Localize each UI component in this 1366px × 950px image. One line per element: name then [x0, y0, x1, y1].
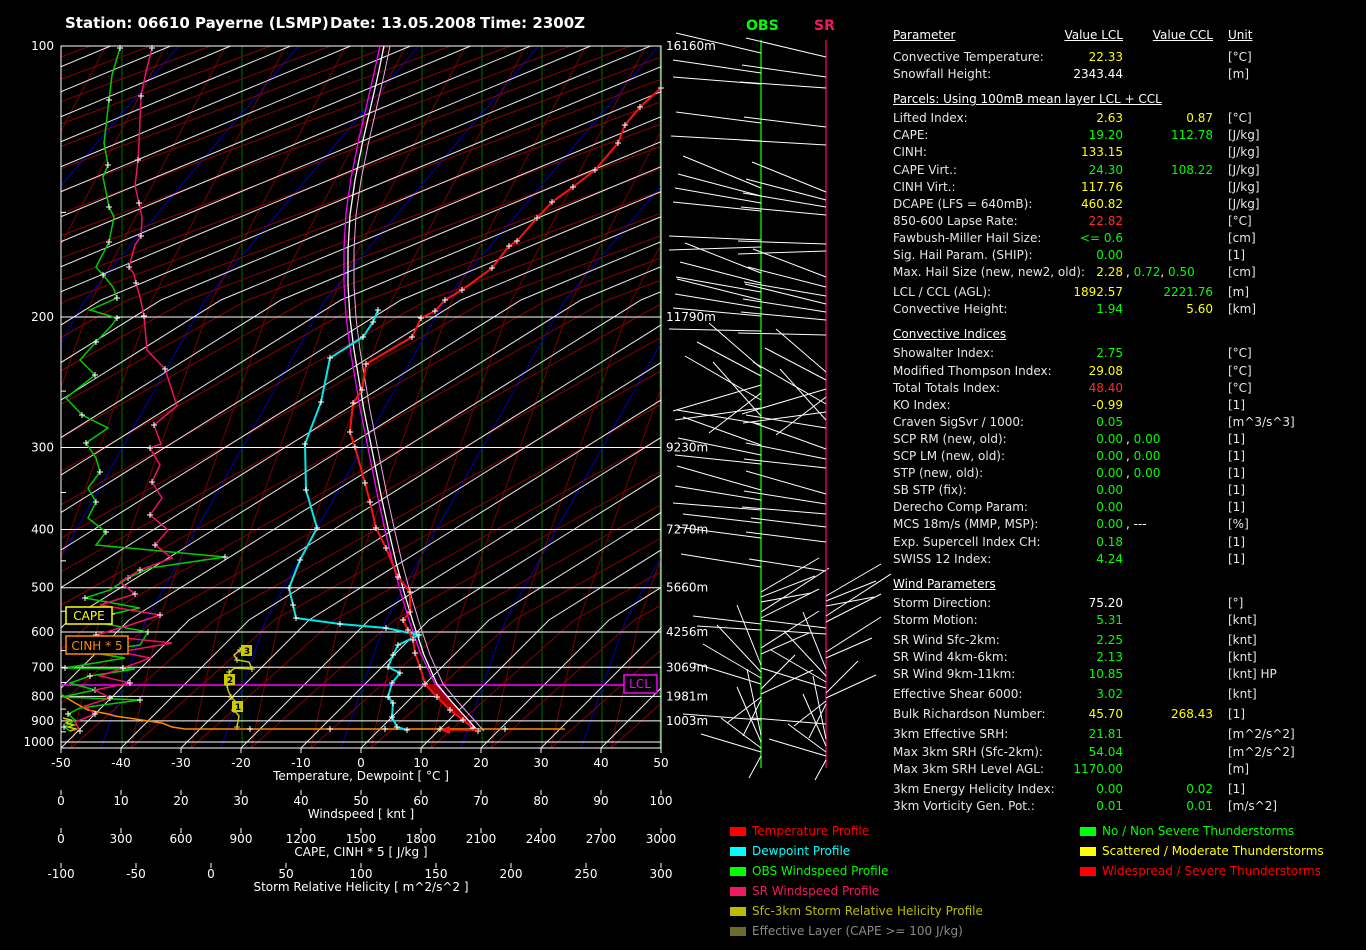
legend-label: Widespread / Severe Thunderstorms: [1102, 864, 1321, 878]
legend-label: No / Non Severe Thunderstorms: [1102, 824, 1294, 838]
legend-label: Dewpoint Profile: [752, 844, 850, 858]
legend: Temperature Profile Dewpoint Profile OBS W…: [0, 0, 1366, 950]
legend-swatch: [730, 827, 746, 836]
legend-swatch: [730, 867, 746, 876]
legend-swatch: [730, 887, 746, 896]
legend-label: Temperature Profile: [752, 824, 869, 838]
legend-swatch: [1080, 867, 1096, 876]
legend-swatch: [1080, 847, 1096, 856]
legend-swatch: [730, 927, 746, 936]
legend-label: Sfc-3km Storm Relative Helicity Profile: [752, 904, 983, 918]
legend-swatch: [730, 847, 746, 856]
legend-label: Effective Layer (CAPE >= 100 J/kg): [752, 924, 963, 938]
legend-label: OBS Windspeed Profile: [752, 864, 888, 878]
legend-label: SR Windspeed Profile: [752, 884, 879, 898]
legend-label: Scattered / Moderate Thunderstorms: [1102, 844, 1324, 858]
sounding-screen: 10016160m20011790m3009230m4007270m500566…: [0, 0, 1366, 950]
legend-swatch: [730, 907, 746, 916]
legend-swatch: [1080, 827, 1096, 836]
